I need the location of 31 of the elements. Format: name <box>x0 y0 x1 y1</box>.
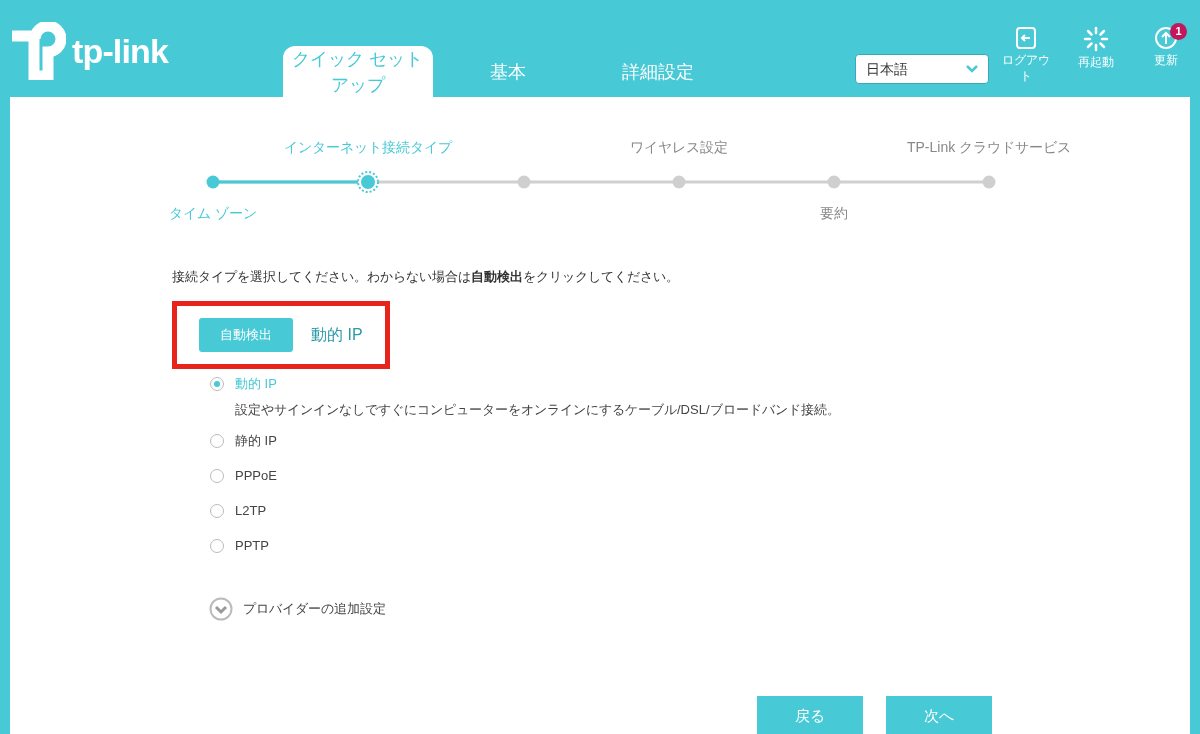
detected-type: 動的 IP <box>311 324 363 345</box>
step-label: ワイヤレス設定 <box>630 138 728 157</box>
step-label: タイム ゾーン <box>169 204 257 223</box>
radio-label: 動的 IP <box>235 374 277 393</box>
option-description: 設定やサインインなしですぐにコンピューターをオンラインにするケーブル/DSL/ブロードバンド接続。 <box>235 400 841 419</box>
notification-badge: 1 <box>1170 23 1187 40</box>
nav-button[interactable]: 戻る <box>757 696 863 734</box>
language-select[interactable]: 日本語 <box>855 54 989 84</box>
radio-label: L2TP <box>235 501 267 520</box>
section-toggle-label: プロバイダーの追加設定 <box>243 600 386 619</box>
nav-tab[interactable]: 基本 <box>433 46 583 97</box>
nav-tab[interactable]: 詳細設定 <box>583 46 733 97</box>
nav-tab[interactable]: クイック セットアップ <box>283 46 433 97</box>
radio-label: PPTP <box>235 536 269 555</box>
step-label: TP-Link クラウドサービス <box>906 138 1072 157</box>
step-label: インターネット接続タイプ <box>284 138 452 157</box>
header-action[interactable]: 更新 1 <box>1140 26 1192 84</box>
radio-label: PPPoE <box>235 466 277 485</box>
step-label: 要約 <box>820 204 848 223</box>
auto-detect-button[interactable]: 自動検出 <box>199 317 293 352</box>
logout-icon <box>1014 26 1038 50</box>
chevron-down-icon <box>966 65 978 73</box>
header-action[interactable]: ログアウト <box>1000 26 1052 84</box>
expand-toggle-icon[interactable] <box>209 597 233 621</box>
instruction-text: 接続タイプを選択してください。わからない場合は自動検出をクリックしてください。 <box>172 268 680 286</box>
radio-label: 静的 IP <box>235 431 277 450</box>
nav-button[interactable]: 次へ <box>886 696 992 734</box>
spinner-icon <box>1083 26 1109 52</box>
header-action[interactable]: 再起動 <box>1070 26 1122 84</box>
upload-icon <box>1154 26 1178 50</box>
logo-text: tp-link <box>72 30 169 72</box>
